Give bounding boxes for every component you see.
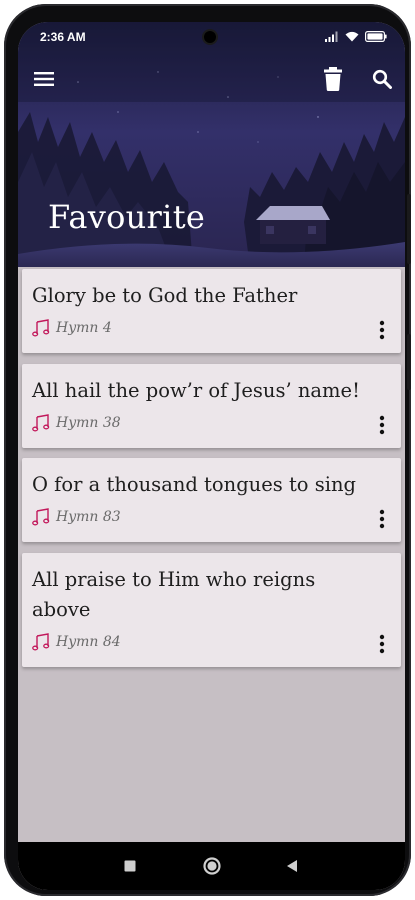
hymn-number: Hymn 38 — [56, 415, 121, 431]
volume-button — [407, 194, 411, 264]
hymn-title: O for a thousand tongues to sing — [32, 473, 357, 496]
more-options-button[interactable] — [369, 504, 395, 534]
hymn-number: Hymn 4 — [56, 320, 112, 336]
page-title: Favourite — [48, 198, 206, 236]
power-button — [407, 334, 411, 390]
more-options-button[interactable] — [369, 315, 395, 345]
search-button[interactable] — [365, 62, 399, 96]
hymn-number: Hymn 83 — [56, 509, 121, 525]
back-button[interactable] — [262, 842, 322, 890]
hymn-title: Glory be to God the Father — [32, 284, 298, 307]
music-note-icon — [32, 414, 50, 432]
signal-icon — [325, 31, 338, 42]
more-options-button[interactable] — [369, 629, 395, 659]
navigation-bar — [18, 842, 405, 890]
music-note-icon — [32, 633, 50, 651]
hymn-number-row: Hymn 38 — [32, 414, 121, 432]
cabin — [256, 206, 330, 244]
menu-button[interactable] — [27, 62, 61, 96]
home-circle-icon — [203, 857, 221, 875]
wifi-icon — [345, 31, 359, 42]
hymn-title: All praise to Him who reigns above — [32, 568, 316, 621]
trash-icon — [324, 67, 342, 91]
search-icon — [372, 69, 392, 89]
more-options-button[interactable] — [369, 410, 395, 440]
list-item[interactable]: All hail the pow’r of Jesus’ name! Hymn … — [22, 364, 401, 448]
more-vert-icon — [379, 634, 385, 654]
hymn-number: Hymn 84 — [56, 634, 121, 650]
status-bar: 2:36 AM — [18, 22, 405, 54]
music-note-icon — [32, 508, 50, 526]
more-vert-icon — [379, 320, 385, 340]
list-item[interactable]: O for a thousand tongues to sing Hymn 83 — [22, 458, 401, 542]
phone-frame: 2:36 AM Favourite Glory be to God the Fa… — [4, 4, 411, 896]
screen: 2:36 AM Favourite Glory be to God the Fa… — [18, 22, 405, 890]
more-vert-icon — [379, 415, 385, 435]
more-vert-icon — [379, 509, 385, 529]
back-triangle-icon — [287, 860, 297, 872]
recents-button[interactable] — [100, 842, 160, 890]
hymn-title: All hail the pow’r of Jesus’ name! — [32, 379, 360, 402]
list-item[interactable]: Glory be to God the Father Hymn 4 — [22, 269, 401, 353]
hymn-number-row: Hymn 84 — [32, 633, 121, 651]
home-button[interactable] — [182, 842, 242, 890]
hamburger-menu-icon — [34, 72, 54, 86]
status-time: 2:36 AM — [40, 30, 86, 44]
front-camera — [204, 31, 216, 43]
hymn-number-row: Hymn 4 — [32, 319, 112, 337]
recents-square-icon — [124, 860, 136, 872]
list-item[interactable]: All praise to Him who reigns above Hymn … — [22, 553, 401, 667]
app-bar — [18, 62, 405, 96]
delete-all-button[interactable] — [316, 62, 350, 96]
battery-icon — [365, 31, 387, 42]
status-icons — [325, 31, 387, 42]
hymn-number-row: Hymn 83 — [32, 508, 121, 526]
music-note-icon — [32, 319, 50, 337]
